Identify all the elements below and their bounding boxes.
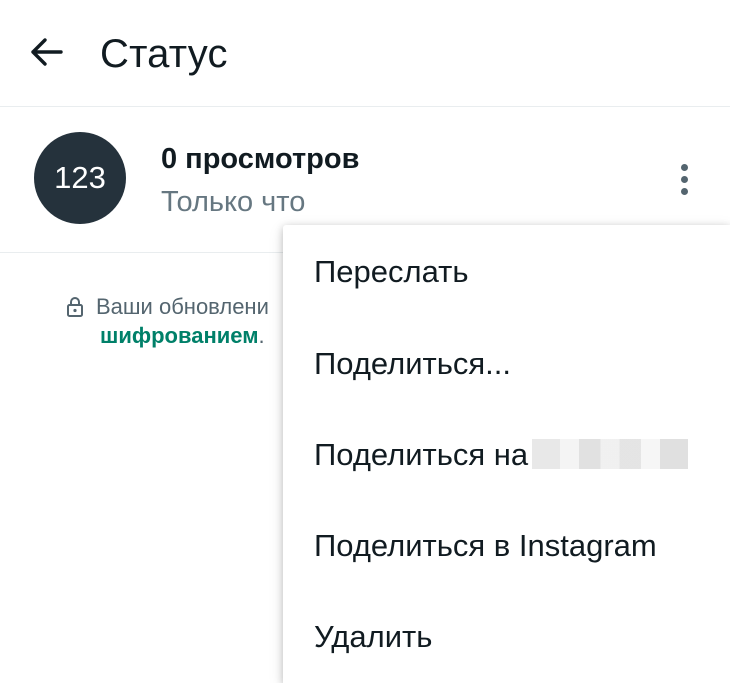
menu-item-label: Удалить [314,619,433,654]
menu-item-label: Переслать [314,254,469,289]
menu-item-label: Поделиться в Instagram [314,528,657,563]
status-screen: Статус 123 0 просмотров Только что Ваши … [0,0,730,683]
menu-item-share[interactable]: Поделиться... [314,344,511,384]
popup-menu: Переслать Поделиться... Поделиться на По… [283,225,730,683]
avatar: 123 [34,132,126,224]
lock-icon [64,295,86,319]
menu-item-delete[interactable]: Удалить [314,617,432,657]
page-title: Статус [100,32,228,76]
more-options-button[interactable] [664,157,704,201]
back-button[interactable] [26,34,66,74]
views-count: 0 просмотров [161,143,360,175]
encryption-suffix: . [258,323,265,348]
app-bar: Статус [0,0,730,107]
encryption-link[interactable]: шифрованием [100,323,259,348]
encryption-text: Ваши обновлени [96,294,269,319]
menu-item-share-to-app[interactable]: Поделиться на [314,435,689,475]
status-time: Только что [161,186,306,218]
arrow-left-icon [29,37,63,72]
more-vertical-icon [680,161,688,197]
menu-item-label: Поделиться на [314,437,529,472]
menu-item-share-instagram[interactable]: Поделиться в Instagram [314,526,657,566]
menu-item-label: Поделиться... [314,346,512,381]
blurred-app-name [532,438,689,469]
menu-item-forward[interactable]: Переслать [314,252,469,292]
